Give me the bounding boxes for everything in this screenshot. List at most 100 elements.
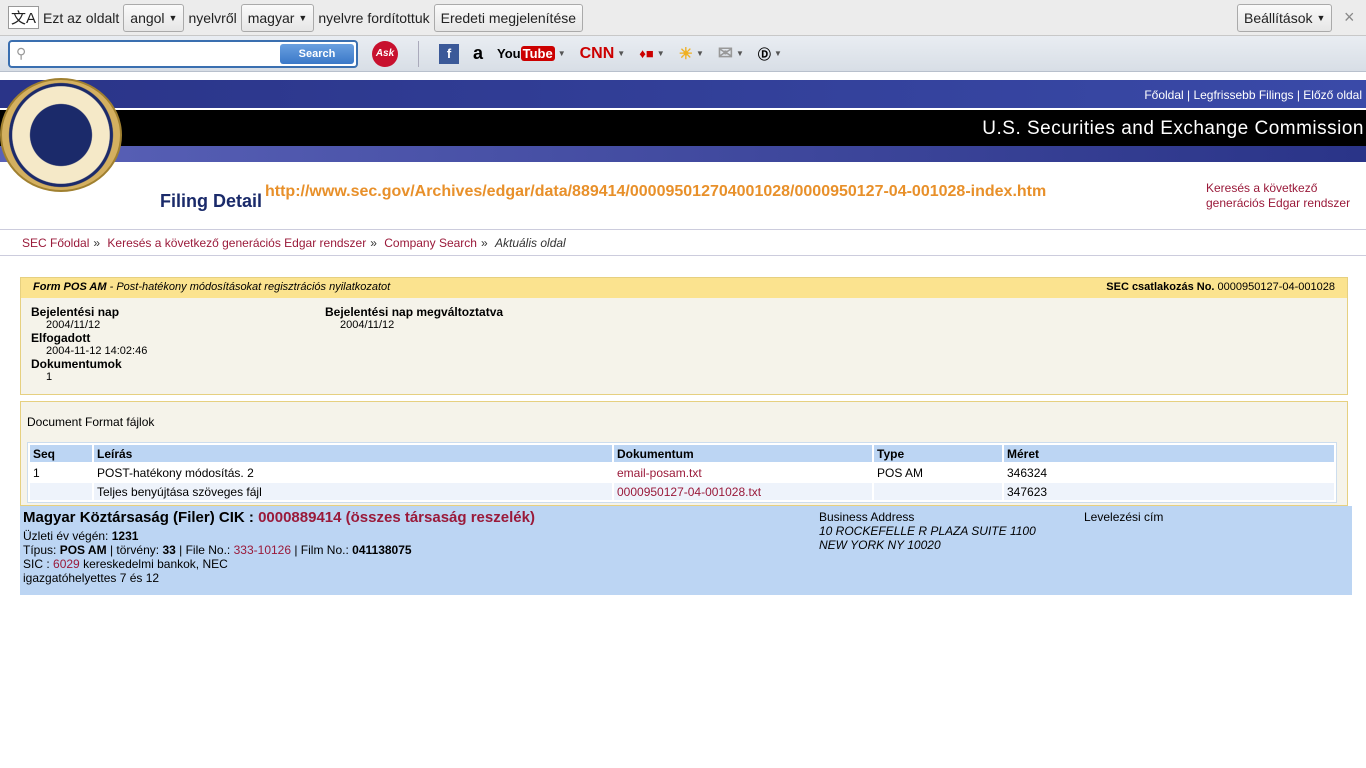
search-input[interactable]	[30, 46, 281, 61]
divider	[0, 255, 1366, 256]
sic-desc: kereskedelmi bankok, NEC	[83, 557, 228, 571]
close-icon[interactable]: ×	[1344, 7, 1355, 28]
header-stripe	[0, 146, 1366, 162]
table-header-row: Seq Leírás Dokumentum Type Méret	[30, 445, 1334, 462]
chevron-down-icon: ▼	[168, 12, 178, 23]
edgar-search-link[interactable]: Keresés a következő generációs Edgar rend…	[1206, 181, 1350, 211]
file-no-link[interactable]: 333-10126	[234, 543, 291, 557]
col-description: Leírás	[94, 445, 612, 462]
youtube-icon[interactable]: You Tube ▼	[497, 46, 566, 61]
filing-date-label: Bejelentési nap	[31, 305, 120, 319]
cell-seq: 1	[33, 465, 40, 480]
accepted-label: Elfogadott	[31, 331, 91, 345]
cell-type	[874, 483, 1002, 500]
from-language-select[interactable]: angol ▼	[123, 3, 185, 32]
settings-button[interactable]: Beállítások ▼	[1237, 3, 1333, 32]
weather-icon[interactable]: ☀ ▼	[679, 44, 704, 64]
cik-link[interactable]: 0000889414 (összes társaság reszelék)	[258, 509, 535, 526]
filing-date: 2004/11/12	[46, 319, 101, 331]
business-address-line1: 10 ROCKEFELLE R PLAZA SUITE 1100	[819, 524, 1036, 538]
agency-title: U.S. Securities and Exchange Commission	[0, 110, 1366, 146]
cell-size: 346324	[1007, 465, 1048, 480]
games-icon[interactable]: ♦■ ▼	[639, 46, 664, 61]
accession-number: 0000950127-04-001028	[1217, 281, 1335, 293]
mailing-address-label: Levelezési cím	[1084, 510, 1164, 524]
settings-label: Beállítások	[1244, 9, 1313, 26]
mail-icon[interactable]: ✉ ▼	[718, 43, 744, 64]
type-label: Típus:	[23, 543, 57, 557]
col-type: Type	[874, 445, 1002, 462]
show-original-button[interactable]: Eredeti megjelenítése	[433, 3, 584, 32]
to-language-value: magyar	[247, 9, 295, 26]
business-address-line2: NEW YORK NY 10020	[819, 538, 941, 552]
office: igazgatóhelyettes 7 és 12	[23, 571, 160, 585]
breadcrumb-sep: »	[480, 236, 488, 250]
browser-toolbar: ⚲ Search Ask f a You Tube ▼ CNN ▼ ♦■ ▼ ☀ ▼ ✉ ▼…	[0, 36, 1366, 72]
translate-icon: 文A	[8, 6, 40, 29]
top-nav[interactable]: Főoldal | Legfrissebb Filings | Előző ol…	[0, 80, 1366, 108]
fiscal-year: 1231	[111, 529, 139, 543]
form-info-box: Form POS AM - Post-hatékony módosításoka…	[20, 277, 1348, 395]
breadcrumb-sep: »	[370, 236, 377, 250]
breadcrumb-company-search[interactable]: Company Search	[384, 236, 477, 250]
translate-bar: 文A Ezt az oldalt angol ▼ nyelvről magyar ▼…	[0, 0, 1366, 36]
form-desc: - Post-hatékony módosításokat regisztrác…	[106, 281, 391, 293]
edgar-link-line2[interactable]: generációs Edgar rendszer	[1206, 196, 1350, 211]
breadcrumb-home[interactable]: SEC Főoldal	[22, 236, 89, 250]
divider	[0, 229, 1366, 230]
ask-icon[interactable]: Ask	[372, 40, 398, 67]
document-link[interactable]: 0000950127-04-001028.txt	[617, 485, 761, 499]
accession-label: SEC csatlakozás No.	[1106, 281, 1215, 293]
documents-title: Document Format fájlok	[27, 415, 155, 429]
cell-description: POST-hatékony módosítás. 2	[97, 465, 254, 480]
translate-mid: nyelvről	[188, 9, 237, 26]
search-button[interactable]: Search	[280, 43, 354, 64]
page-title: Filing Detail	[160, 191, 263, 211]
chevron-down-icon: ▼	[298, 12, 308, 23]
cell-description: Teljes benyújtása szöveges fájl	[94, 483, 612, 500]
sic-link[interactable]: 6029	[53, 557, 80, 571]
col-document: Dokumentum	[614, 445, 872, 462]
breadcrumb: SEC Főoldal » Keresés a következő generác…	[22, 236, 566, 250]
documents-table: Seq Leírás Dokumentum Type Méret 1 POST-…	[27, 442, 1337, 503]
breadcrumb-current: Aktuális oldal	[495, 236, 566, 250]
sec-seal-logo[interactable]	[0, 78, 122, 192]
breadcrumb-sep: »	[93, 236, 101, 250]
translate-suffix: nyelvre fordítottuk	[318, 9, 430, 26]
dictionary-icon[interactable]: Ⓓ ▼	[758, 44, 782, 63]
edgar-link-line1[interactable]: Keresés a következő	[1206, 181, 1350, 196]
company-name: Magyar Köztársaság (Filer) CIK :	[23, 509, 254, 526]
cell-seq	[30, 483, 92, 500]
cnn-icon[interactable]: CNN ▼	[580, 45, 626, 63]
col-seq: Seq	[30, 445, 92, 462]
file-no-label: | File No.:	[179, 543, 231, 557]
accepted-date: 2004-11-12 14:02:46	[46, 345, 148, 357]
amazon-icon[interactable]: a	[473, 43, 483, 64]
table-row: 1 POST-hatékony módosítás. 2 email-posam…	[30, 464, 1334, 481]
chevron-down-icon: ▼	[1316, 12, 1326, 23]
changed-date: 2004/11/12	[340, 319, 395, 331]
cell-size: 347623	[1004, 483, 1334, 500]
translate-prefix: Ezt az oldalt	[43, 9, 120, 26]
act-label: | törvény:	[109, 543, 160, 557]
breadcrumb-edgar[interactable]: Keresés a következő generációs Edgar ren…	[107, 236, 366, 250]
form-type: Form POS AM	[33, 281, 107, 293]
film-no-label: | Film No.:	[294, 543, 349, 557]
film-no: 041138075	[352, 543, 412, 557]
facebook-icon[interactable]: f	[439, 43, 459, 64]
to-language-select[interactable]: magyar ▼	[240, 3, 315, 32]
fiscal-year-label: Üzleti év végén:	[23, 529, 109, 543]
form-header: Form POS AM - Post-hatékony módosításoka…	[21, 278, 1347, 298]
changed-date-label: Bejelentési nap megváltoztatva	[325, 305, 504, 319]
from-language-value: angol	[130, 9, 165, 26]
col-size: Méret	[1004, 445, 1334, 462]
company-info: Magyar Köztársaság (Filer) CIK : 0000889…	[20, 506, 1352, 595]
search-box[interactable]: ⚲ Search	[8, 39, 358, 68]
sic-label: SIC :	[23, 557, 50, 571]
documents-label: Dokumentumok	[31, 357, 122, 371]
search-icon: ⚲	[16, 45, 27, 61]
document-link[interactable]: email-posam.txt	[617, 466, 702, 480]
act-value: 33	[162, 543, 176, 557]
table-row: Teljes benyújtása szöveges fájl 00009501…	[30, 483, 1334, 500]
filing-url: http://www.sec.gov/Archives/edgar/data/8…	[265, 183, 1047, 200]
